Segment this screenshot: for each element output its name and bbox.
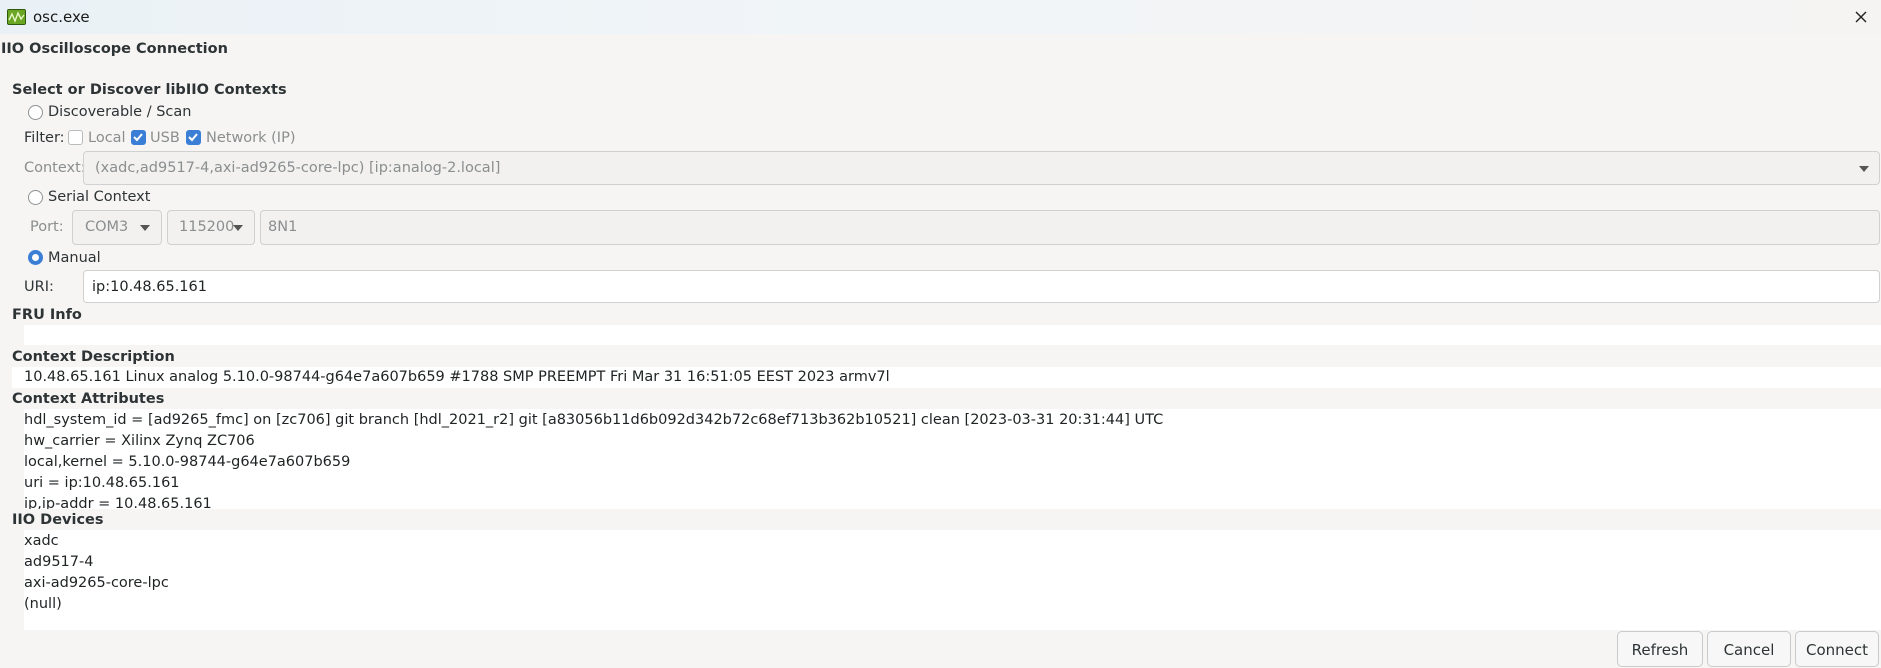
devices-title: IIO Devices bbox=[12, 512, 104, 528]
description-panel: 10.48.65.161 Linux analog 5.10.0-98744-g… bbox=[12, 367, 1881, 388]
baud-combo-value: 115200 bbox=[179, 219, 235, 235]
port-label: Port: bbox=[30, 219, 64, 235]
chevron-down-icon bbox=[233, 225, 243, 231]
context-combo[interactable]: (xadc,ad9517-4,axi-ad9265-core-lpc) [ip:… bbox=[83, 151, 1880, 185]
serial-radio-label[interactable]: Serial Context bbox=[48, 189, 150, 205]
filter-network-checkbox[interactable] bbox=[186, 130, 201, 145]
manual-radio-label[interactable]: Manual bbox=[48, 250, 101, 266]
filter-usb-checkbox[interactable] bbox=[131, 130, 146, 145]
discover-section-title: Select or Discover libIIO Contexts bbox=[12, 82, 287, 98]
serial-format-value: 8N1 bbox=[268, 219, 298, 235]
manual-radio[interactable] bbox=[28, 250, 43, 265]
attribute-line: hw_carrier = Xilinx Zynq ZC706 bbox=[24, 433, 255, 449]
baud-combo[interactable]: 115200 bbox=[167, 210, 255, 245]
app-icon bbox=[7, 9, 26, 25]
devices-panel[interactable]: xadc ad9517-4 axi-ad9265-core-lpc (null) bbox=[24, 530, 1881, 630]
device-item: axi-ad9265-core-lpc bbox=[24, 575, 169, 591]
description-title: Context Description bbox=[12, 349, 175, 365]
checkmark-icon bbox=[133, 133, 143, 142]
uri-input-value: ip:10.48.65.161 bbox=[92, 279, 207, 295]
attribute-line: uri = ip:10.48.65.161 bbox=[24, 475, 180, 491]
context-combo-value: (xadc,ad9517-4,axi-ad9265-core-lpc) [ip:… bbox=[95, 160, 501, 176]
window-titlebar bbox=[0, 0, 1881, 34]
chevron-down-icon bbox=[140, 225, 150, 231]
discover-radio[interactable] bbox=[28, 105, 43, 120]
cancel-button[interactable]: Cancel bbox=[1707, 631, 1791, 667]
attribute-line: local,kernel = 5.10.0-98744-g64e7a607b65… bbox=[24, 454, 351, 470]
attribute-line: hdl_system_id = [ad9265_fmc] on [zc706] … bbox=[24, 412, 1164, 428]
window-title: osc.exe bbox=[33, 8, 90, 26]
close-icon bbox=[1855, 11, 1867, 23]
device-item: (null) bbox=[24, 596, 62, 612]
port-combo-value: COM3 bbox=[85, 219, 129, 235]
connect-button[interactable]: Connect bbox=[1795, 631, 1879, 667]
filter-local-checkbox[interactable] bbox=[68, 130, 83, 145]
uri-label: URI: bbox=[24, 279, 54, 295]
fru-title: FRU Info bbox=[12, 307, 82, 323]
refresh-button[interactable]: Refresh bbox=[1617, 631, 1703, 667]
fru-panel bbox=[24, 325, 1881, 345]
context-label: Context: bbox=[24, 160, 86, 176]
serial-format-field[interactable]: 8N1 bbox=[260, 210, 1880, 245]
port-combo[interactable]: COM3 bbox=[72, 210, 162, 245]
attributes-title: Context Attributes bbox=[12, 391, 165, 407]
filter-label: Filter: bbox=[24, 130, 65, 146]
device-item: xadc bbox=[24, 533, 59, 549]
discover-radio-label[interactable]: Discoverable / Scan bbox=[48, 104, 191, 120]
attributes-panel[interactable]: hdl_system_id = [ad9265_fmc] on [zc706] … bbox=[24, 409, 1881, 509]
window-close-button[interactable] bbox=[1848, 5, 1874, 29]
filter-network-label[interactable]: Network (IP) bbox=[206, 130, 296, 146]
uri-input[interactable]: ip:10.48.65.161 bbox=[83, 270, 1880, 303]
filter-usb-label[interactable]: USB bbox=[150, 130, 180, 146]
filter-local-label[interactable]: Local bbox=[88, 130, 126, 146]
dialog-heading: IIO Oscilloscope Connection bbox=[1, 41, 228, 57]
device-item: ad9517-4 bbox=[24, 554, 94, 570]
checkmark-icon bbox=[188, 133, 198, 142]
description-text: 10.48.65.161 Linux analog 5.10.0-98744-g… bbox=[24, 369, 890, 385]
serial-radio[interactable] bbox=[28, 190, 43, 205]
attribute-line: ip,ip-addr = 10.48.65.161 bbox=[24, 496, 212, 509]
chevron-down-icon bbox=[1859, 166, 1869, 172]
